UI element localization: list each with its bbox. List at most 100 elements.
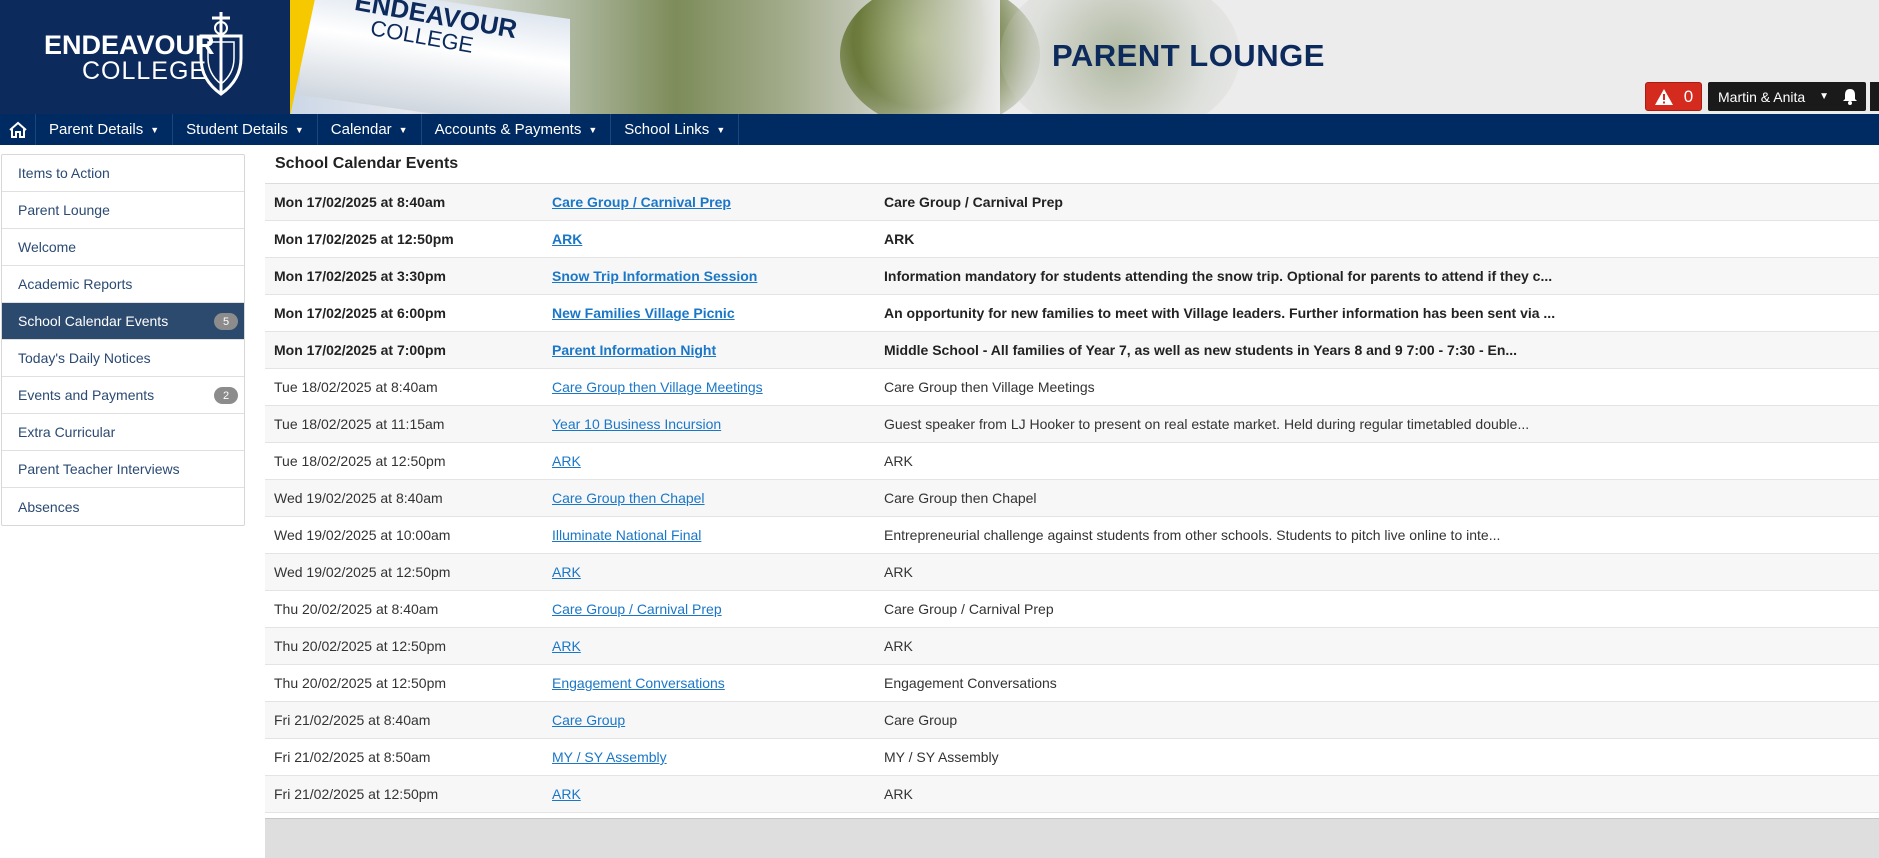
- sidebar-item-welcome[interactable]: Welcome: [2, 229, 244, 266]
- nav-school-links[interactable]: School Links ▼: [611, 114, 740, 145]
- nav-calendar[interactable]: Calendar ▼: [318, 114, 422, 145]
- table-row: Mon 17/02/2025 at 7:00pm Parent Informat…: [265, 332, 1879, 369]
- sidebar-item-absences[interactable]: Absences: [2, 488, 244, 525]
- event-link[interactable]: Year 10 Business Incursion: [552, 416, 721, 432]
- event-description: Care Group / Carnival Prep: [884, 601, 1054, 617]
- event-title-cell: Care Group / Carnival Prep: [552, 194, 884, 210]
- logo-text: ENDEAVOUR COLLEGE: [44, 32, 215, 84]
- table-row: Mon 17/02/2025 at 6:00pm New Families Vi…: [265, 295, 1879, 332]
- event-title-cell: ARK: [552, 564, 884, 580]
- school-logo[interactable]: ENDEAVOUR COLLEGE: [0, 0, 290, 114]
- table-row: Tue 18/02/2025 at 8:40am Care Group then…: [265, 369, 1879, 406]
- table-row: Fri 21/02/2025 at 12:50pm ARK ARK: [265, 776, 1879, 813]
- event-title-cell: Care Group: [552, 712, 884, 728]
- sidebar-item-label: Absences: [18, 498, 80, 515]
- sidebar-item-items-to-action[interactable]: Items to Action: [2, 155, 244, 192]
- event-date: Tue 18/02/2025 at 12:50pm: [274, 453, 446, 469]
- event-date: Mon 17/02/2025 at 7:00pm: [274, 342, 446, 358]
- sidebar-item-extra-curricular[interactable]: Extra Curricular: [2, 414, 244, 451]
- event-link[interactable]: ARK: [552, 638, 581, 654]
- event-link[interactable]: Care Group then Village Meetings: [552, 379, 763, 395]
- event-link[interactable]: Care Group / Carnival Prep: [552, 194, 731, 210]
- event-link[interactable]: New Families Village Picnic: [552, 305, 735, 321]
- nav-student-details[interactable]: Student Details ▼: [173, 114, 318, 145]
- page-title: PARENT LOUNGE: [1052, 38, 1325, 73]
- event-title-cell: MY / SY Assembly: [552, 749, 884, 765]
- event-description: ARK: [884, 638, 913, 654]
- event-date: Tue 18/02/2025 at 11:15am: [274, 416, 445, 432]
- event-link[interactable]: Care Group then Chapel: [552, 490, 705, 506]
- table-row: Fri 21/02/2025 at 8:50am MY / SY Assembl…: [265, 739, 1879, 776]
- shield-cross-icon: [199, 12, 243, 96]
- event-description: Care Group: [884, 712, 958, 728]
- logo-line1: ENDEAVOUR: [44, 30, 215, 60]
- event-title-cell: Snow Trip Information Session: [552, 268, 884, 284]
- event-link[interactable]: Care Group / Carnival Prep: [552, 601, 722, 617]
- event-description: ARK: [884, 453, 913, 469]
- sidebar-item-academic-reports[interactable]: Academic Reports: [2, 266, 244, 303]
- event-link[interactable]: Illuminate National Final: [552, 527, 701, 543]
- event-link[interactable]: ARK: [552, 453, 581, 469]
- event-title-cell: New Families Village Picnic: [552, 305, 884, 321]
- event-title-cell: ARK: [552, 638, 884, 654]
- nav-label: Student Details: [186, 121, 288, 138]
- count-badge: 2: [214, 387, 238, 404]
- sidebar-item-label: School Calendar Events: [18, 313, 169, 329]
- event-date: Wed 19/02/2025 at 10:00am: [274, 527, 451, 543]
- event-date: Fri 21/02/2025 at 12:50pm: [274, 786, 439, 802]
- event-description: Care Group then Chapel: [884, 490, 1037, 506]
- event-date: Mon 17/02/2025 at 12:50pm: [274, 231, 454, 247]
- header-extra-button[interactable]: [1870, 82, 1879, 111]
- event-date: Tue 18/02/2025 at 8:40am: [274, 379, 438, 395]
- table-row: Thu 20/02/2025 at 12:50pm ARK ARK: [265, 628, 1879, 665]
- sidebar: Items to Action Parent Lounge Welcome Ac…: [1, 154, 245, 526]
- alerts-button[interactable]: 0: [1645, 82, 1702, 111]
- sidebar-item-label: Academic Reports: [18, 276, 133, 292]
- event-link[interactable]: Care Group: [552, 712, 625, 728]
- event-link[interactable]: Parent Information Night: [552, 342, 716, 358]
- table-row: Thu 20/02/2025 at 8:40am Care Group / Ca…: [265, 591, 1879, 628]
- event-date: Wed 19/02/2025 at 8:40am: [274, 490, 443, 506]
- table-row: Thu 20/02/2025 at 12:50pm Engagement Con…: [265, 665, 1879, 702]
- table-row: Mon 17/02/2025 at 8:40am Care Group / Ca…: [265, 184, 1879, 221]
- event-link[interactable]: Snow Trip Information Session: [552, 268, 757, 284]
- event-title-cell: Parent Information Night: [552, 342, 884, 358]
- sidebar-item-label: Welcome: [18, 239, 77, 255]
- sidebar-item-parent-lounge[interactable]: Parent Lounge: [2, 192, 244, 229]
- main-nav: Parent Details ▼ Student Details ▼ Calenda…: [0, 114, 1879, 145]
- event-link[interactable]: MY / SY Assembly: [552, 749, 667, 765]
- nav-accounts-payments[interactable]: Accounts & Payments ▼: [422, 114, 612, 145]
- sidebar-item-daily-notices[interactable]: Today's Daily Notices: [2, 340, 244, 377]
- event-date: Mon 17/02/2025 at 3:30pm: [274, 268, 446, 284]
- event-description: Care Group then Village Meetings: [884, 379, 1095, 395]
- event-title-cell: Year 10 Business Incursion: [552, 416, 884, 432]
- chevron-down-icon: ▼: [150, 124, 160, 135]
- event-date: Thu 20/02/2025 at 8:40am: [274, 601, 439, 617]
- nav-parent-details[interactable]: Parent Details ▼: [36, 114, 174, 145]
- events-table: Mon 17/02/2025 at 8:40am Care Group / Ca…: [265, 184, 1879, 813]
- sidebar-item-school-calendar-events[interactable]: School Calendar Events 5: [2, 303, 244, 340]
- banner-fade: [860, 0, 1000, 114]
- event-description: Entrepreneurial challenge against studen…: [884, 527, 1501, 543]
- nav-label: Calendar: [330, 121, 392, 138]
- nav-label: Parent Details: [49, 121, 144, 138]
- notification-bell-icon[interactable]: [1842, 88, 1858, 105]
- event-link[interactable]: ARK: [552, 231, 582, 247]
- sidebar-item-events-and-payments[interactable]: Events and Payments 2: [2, 377, 244, 414]
- home-button[interactable]: [0, 114, 36, 145]
- event-title-cell: Engagement Conversations: [552, 675, 884, 691]
- sidebar-item-parent-teacher-interviews[interactable]: Parent Teacher Interviews: [2, 451, 244, 488]
- event-title-cell: ARK: [552, 453, 884, 469]
- user-menu-button[interactable]: Martin & Anita ▼: [1708, 82, 1866, 111]
- event-title-cell: Care Group then Village Meetings: [552, 379, 884, 395]
- sidebar-item-label: Parent Lounge: [18, 202, 110, 218]
- event-link[interactable]: ARK: [552, 786, 581, 802]
- table-row: Wed 19/02/2025 at 8:40am Care Group then…: [265, 480, 1879, 517]
- event-description: An opportunity for new families to meet …: [884, 305, 1556, 321]
- event-link[interactable]: Engagement Conversations: [552, 675, 725, 691]
- event-title-cell: Illuminate National Final: [552, 527, 884, 543]
- home-icon: [8, 121, 27, 138]
- event-description: Care Group / Carnival Prep: [884, 194, 1063, 210]
- event-link[interactable]: ARK: [552, 564, 581, 580]
- event-title-cell: Care Group then Chapel: [552, 490, 884, 506]
